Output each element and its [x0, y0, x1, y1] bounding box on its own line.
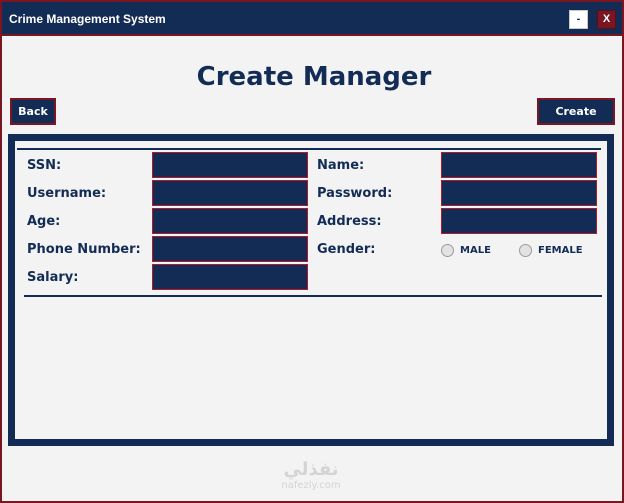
form-divider-top	[17, 148, 601, 150]
gender-female-radio[interactable]: FEMALE	[519, 244, 583, 257]
password-label: Password:	[317, 186, 393, 201]
name-input[interactable]	[441, 152, 597, 178]
ssn-label: SSN:	[27, 158, 62, 173]
age-input[interactable]	[152, 208, 308, 234]
salary-label: Salary:	[27, 270, 79, 285]
watermark-logo: نفذلي nafezly.com	[266, 460, 356, 492]
page-title: Create Manager	[196, 62, 432, 92]
name-label: Name:	[317, 158, 365, 173]
age-label: Age:	[27, 214, 61, 229]
username-input[interactable]	[152, 180, 308, 206]
gender-label: Gender:	[317, 242, 376, 257]
phone-number-label: Phone Number:	[27, 242, 141, 257]
minimize-button[interactable]: -	[569, 10, 588, 29]
radio-circle-icon[interactable]	[519, 244, 532, 257]
watermark-sub-text: nafezly.com	[281, 480, 341, 491]
create-button[interactable]: Create	[537, 98, 615, 125]
back-button[interactable]: Back	[10, 98, 56, 125]
close-button[interactable]: X	[597, 10, 616, 29]
password-input[interactable]	[441, 180, 597, 206]
title-bar[interactable]: Crime Management System - X	[2, 2, 622, 36]
gender-female-label: FEMALE	[538, 245, 583, 256]
address-input[interactable]	[441, 208, 597, 234]
salary-input[interactable]	[152, 264, 308, 290]
ssn-input[interactable]	[152, 152, 308, 178]
address-label: Address:	[317, 214, 382, 229]
gender-male-radio[interactable]: MALE	[441, 244, 491, 257]
window-title: Crime Management System	[9, 12, 166, 26]
username-label: Username:	[27, 186, 107, 201]
gender-male-label: MALE	[460, 245, 491, 256]
phone-number-input[interactable]	[152, 236, 308, 262]
watermark-main-text: نفذلي	[283, 459, 339, 480]
form-divider-bottom	[24, 295, 602, 297]
radio-circle-icon[interactable]	[441, 244, 454, 257]
